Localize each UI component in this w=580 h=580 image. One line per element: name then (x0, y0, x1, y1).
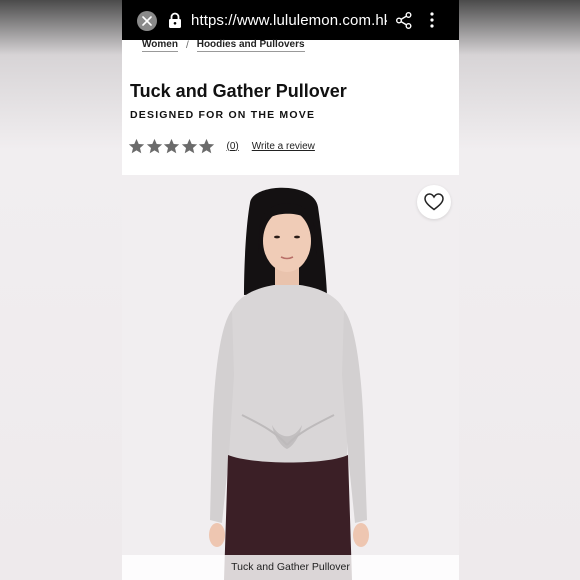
close-tab-button[interactable] (137, 11, 157, 31)
rating-row: (0) Write a review (128, 137, 315, 155)
breadcrumb-separator: / (185, 39, 189, 51)
breadcrumb-hoodies-link[interactable]: Hoodies and Pullovers (196, 39, 305, 52)
image-caption-bar: Tuck and Gather Pullover (122, 555, 459, 580)
address-bar-url[interactable]: https://www.lululemon.com.hk/e (191, 11, 387, 31)
product-image[interactable]: Tuck and Gather Pullover (122, 175, 459, 580)
more-options-icon[interactable] (429, 12, 435, 28)
share-icon[interactable] (396, 12, 412, 29)
image-caption: Tuck and Gather Pullover (231, 561, 350, 573)
star-rating[interactable] (128, 138, 216, 155)
browser-bar: https://www.lululemon.com.hk/e (122, 0, 459, 40)
breadcrumb-women-link[interactable]: Women (142, 39, 178, 52)
product-title: Tuck and Gather Pullover (130, 81, 347, 101)
blurred-background-left (0, 0, 122, 580)
blurred-background-right (459, 0, 580, 580)
write-review-link[interactable]: Write a review (252, 141, 315, 152)
phone-screen: https://www.lululemon.com.hk/e Women / H… (122, 0, 459, 580)
star-icon (163, 138, 180, 153)
star-icon (181, 138, 197, 153)
product-tagline: DESIGNED FOR ON THE MOVE (130, 109, 316, 121)
wishlist-button[interactable] (417, 185, 451, 219)
model-photo (209, 187, 369, 580)
lock-icon (169, 12, 181, 28)
star-icon (198, 138, 215, 153)
star-icon (128, 138, 145, 153)
review-count-link[interactable]: (0) (227, 141, 239, 152)
close-icon (142, 16, 152, 26)
star-icon (146, 138, 162, 153)
breadcrumb: Women / Hoodies and Pullovers (142, 37, 305, 53)
heart-icon (424, 193, 444, 211)
